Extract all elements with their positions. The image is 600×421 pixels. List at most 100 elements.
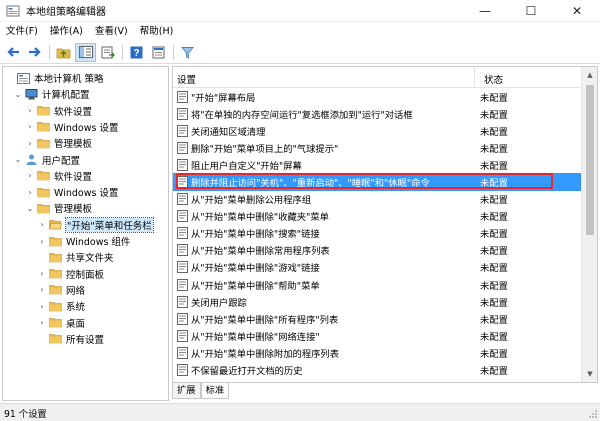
setting-row[interactable]: 从"开始"菜单删除公用程序组 未配置 xyxy=(173,191,583,208)
setting-row[interactable]: 从"开始"菜单中删除"收藏夹"菜单 未配置 xyxy=(173,208,583,225)
setting-row[interactable]: 从"开始"菜单中删除"网络连接" 未配置 xyxy=(173,327,583,344)
show-hide-tree-icon xyxy=(78,46,93,58)
tree-item[interactable]: › 网络 xyxy=(37,282,85,298)
expanded-chevron-icon[interactable]: ⌄ xyxy=(13,90,23,99)
group-policy-app-icon xyxy=(6,5,20,16)
tree-item[interactable]: › 系统 xyxy=(37,298,85,314)
expanded-chevron-icon[interactable]: ⌄ xyxy=(13,155,23,164)
tree-pane: 本地计算机 策略 ⌄ 计算机配置 › 软件设置 › Windows 设置 › 管理模板 ⌄ 用户配置… xyxy=(2,66,169,401)
setting-row[interactable]: 阻止用户自定义"开始"屏幕 未配置 xyxy=(173,156,583,173)
vertical-scrollbar[interactable]: ▲ ▼ xyxy=(581,67,597,382)
resize-grip-icon[interactable] xyxy=(588,409,598,419)
tree-item[interactable]: 共享文件夹 xyxy=(37,249,114,265)
folder-icon xyxy=(49,284,66,295)
menu-file[interactable]: 文件(F) xyxy=(0,22,44,41)
collapsed-chevron-icon[interactable]: › xyxy=(37,285,47,294)
folder-icon xyxy=(37,138,54,149)
tree-item[interactable]: ⌄ 用户配置 xyxy=(13,152,80,168)
setting-state: 未配置 xyxy=(480,280,508,292)
folder-icon xyxy=(49,317,66,328)
tree-item[interactable]: ⌄ 管理模板 xyxy=(25,200,92,216)
tree-item[interactable]: › 管理模板 xyxy=(25,135,92,151)
properties-button[interactable] xyxy=(148,43,169,62)
close-button[interactable]: ✕ xyxy=(554,0,600,22)
tree-item[interactable]: › 软件设置 xyxy=(25,103,92,119)
policy-setting-icon xyxy=(173,124,191,137)
collapsed-chevron-icon[interactable]: › xyxy=(37,220,47,229)
tree-item-label: 网络 xyxy=(66,285,86,297)
tree-item-label: 管理模板 xyxy=(54,204,93,216)
collapsed-chevron-icon[interactable]: › xyxy=(37,237,47,246)
tree-item[interactable]: 本地计算机 策略 xyxy=(5,70,104,86)
collapsed-chevron-icon[interactable]: › xyxy=(37,302,47,311)
menu-action[interactable]: 操作(A) xyxy=(44,22,89,41)
folder-icon xyxy=(37,170,54,181)
settings-rows: "开始"屏幕布局 未配置 将"在单独的内存空间运行"复选框添加到"运行"对话框 未配置… xyxy=(173,88,583,379)
setting-row[interactable]: 关闭通知区域清理 未配置 xyxy=(173,122,583,139)
setting-row[interactable]: 从"开始"菜单中删除"帮助"菜单 未配置 xyxy=(173,276,583,293)
column-header-setting[interactable]: 设置 xyxy=(177,72,196,86)
collapsed-chevron-icon[interactable]: › xyxy=(25,188,35,197)
tab-standard[interactable]: 标准 xyxy=(200,383,230,399)
filter-button[interactable] xyxy=(177,43,198,62)
tree-item[interactable]: › 软件设置 xyxy=(25,168,92,184)
help-button[interactable]: ? xyxy=(126,43,147,62)
menu-help[interactable]: 帮助(H) xyxy=(134,22,180,41)
column-header-state[interactable]: 状态 xyxy=(484,72,503,86)
setting-row[interactable]: 从"开始"菜单中删除常用程序列表 未配置 xyxy=(173,242,583,259)
setting-row[interactable]: "开始"屏幕布局 未配置 xyxy=(173,88,583,105)
setting-row[interactable]: 从"开始"菜单中删除"所有程序"列表 未配置 xyxy=(173,310,583,327)
scroll-down-icon[interactable]: ▼ xyxy=(582,366,597,382)
setting-state: 未配置 xyxy=(480,229,508,241)
collapsed-chevron-icon[interactable]: › xyxy=(37,318,47,327)
tree-item-label: Windows 组件 xyxy=(66,237,131,249)
menu-view[interactable]: 查看(V) xyxy=(89,22,134,41)
tree-item[interactable]: › Windows 设置 xyxy=(25,184,118,200)
forward-button[interactable] xyxy=(24,43,45,62)
folder-icon xyxy=(37,105,54,116)
status-bar: 91 个设置 xyxy=(0,403,600,421)
tree-item[interactable]: › "开始"菜单和任务栏 xyxy=(37,216,154,233)
show-hide-tree-button[interactable] xyxy=(75,42,96,62)
tree-item[interactable]: › 控制面板 xyxy=(37,266,104,282)
export-list-button[interactable] xyxy=(97,43,118,62)
computer-icon xyxy=(25,88,42,100)
setting-state: 未配置 xyxy=(480,246,508,258)
back-icon xyxy=(6,47,19,57)
scroll-up-icon[interactable]: ▲ xyxy=(582,67,597,83)
collapsed-chevron-icon[interactable]: › xyxy=(25,106,35,115)
setting-row[interactable]: 将"在单独的内存空间运行"复选框添加到"运行"对话框 未配置 xyxy=(173,105,583,122)
column-header: 设置 状态 xyxy=(173,67,583,88)
setting-row[interactable]: 删除"开始"菜单项目上的"气球提示" 未配置 xyxy=(173,139,583,156)
column-divider[interactable] xyxy=(474,67,475,88)
svg-text:?: ? xyxy=(133,48,139,59)
minimize-button[interactable]: — xyxy=(462,0,508,22)
setting-row[interactable]: 删除并阻止访问"关机"、"重新启动"、"睡眠"和"休眠"命令 未配置 xyxy=(173,173,583,191)
policy-setting-icon xyxy=(173,141,191,154)
tree-item[interactable]: › Windows 组件 xyxy=(37,233,130,249)
setting-row[interactable]: 不保留最近打开文档的历史 未配置 xyxy=(173,362,583,379)
tree-item[interactable]: › Windows 设置 xyxy=(25,119,118,135)
setting-state: 未配置 xyxy=(480,348,508,360)
up-folder-button[interactable] xyxy=(53,43,74,62)
collapsed-chevron-icon[interactable]: › xyxy=(37,269,47,278)
tree-item[interactable]: › 桌面 xyxy=(37,315,85,331)
close-icon: ✕ xyxy=(571,3,583,18)
tab-extended[interactable]: 扩展 xyxy=(172,383,201,399)
setting-row[interactable]: 从"开始"菜单中删除"游戏"链接 未配置 xyxy=(173,259,583,276)
setting-row[interactable]: 从"开始"菜单中删除附加的程序列表 未配置 xyxy=(173,344,583,361)
setting-state: 未配置 xyxy=(480,126,508,138)
maximize-button[interactable]: ☐ xyxy=(508,0,554,22)
expanded-chevron-icon[interactable]: ⌄ xyxy=(25,204,35,213)
view-tabs: 扩展 标准 xyxy=(172,383,230,400)
collapsed-chevron-icon[interactable]: › xyxy=(25,171,35,180)
back-button[interactable] xyxy=(2,43,23,62)
policy-setting-icon xyxy=(173,227,191,240)
collapsed-chevron-icon[interactable]: › xyxy=(25,139,35,148)
setting-row[interactable]: 关闭用户跟踪 未配置 xyxy=(173,293,583,310)
scroll-thumb[interactable] xyxy=(586,85,594,235)
collapsed-chevron-icon[interactable]: › xyxy=(25,122,35,131)
setting-row[interactable]: 从"开始"菜单中删除"搜索"链接 未配置 xyxy=(173,225,583,242)
tree-item[interactable]: ⌄ 计算机配置 xyxy=(13,86,90,102)
tree-item[interactable]: 所有设置 xyxy=(37,331,104,347)
